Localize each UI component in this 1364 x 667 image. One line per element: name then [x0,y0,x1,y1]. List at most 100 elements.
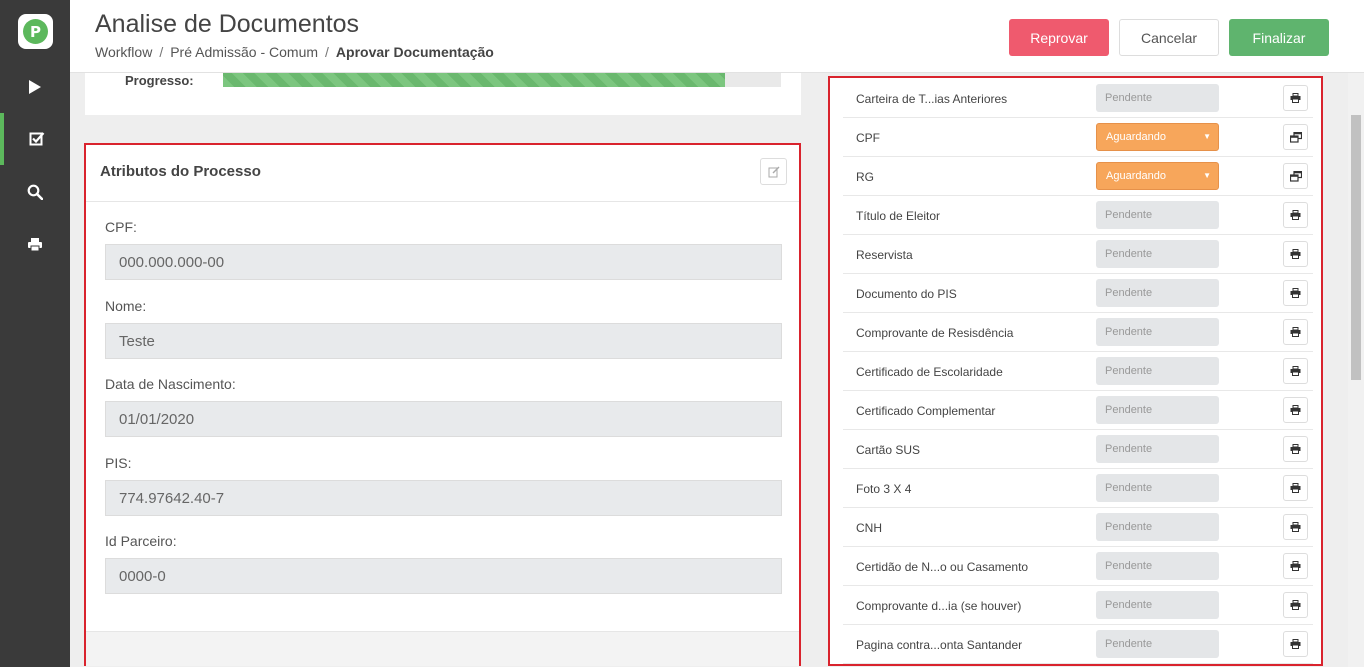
status-label: Pendente [1105,404,1153,416]
search-icon [27,184,43,200]
print-button[interactable] [1283,631,1308,657]
print-icon [1290,93,1301,103]
status-label: Pendente [1105,365,1153,377]
status-label: Pendente [1105,443,1153,455]
app-logo[interactable]: P [18,14,53,49]
status-label: Pendente [1105,638,1153,650]
print-button[interactable] [1283,319,1308,345]
edit-button[interactable] [760,158,787,185]
pis-field[interactable]: 774.97642.40-7 [105,480,782,516]
status-field[interactable]: Pendente [1096,513,1219,541]
status-label: Pendente [1105,209,1153,221]
play-icon [29,80,41,94]
document-name: Comprovante d...ia (se houver) [856,599,1022,613]
status-field[interactable]: Pendente [1096,591,1219,619]
print-button[interactable] [1283,358,1308,384]
status-field[interactable]: Pendente [1096,84,1219,112]
print-button[interactable] [1283,475,1308,501]
status-field[interactable]: Pendente [1096,318,1219,346]
open-window-button[interactable] [1283,163,1308,189]
status-label: Pendente [1105,599,1153,611]
status-field[interactable]: Pendente [1096,630,1219,658]
document-row: CNH Pendente [843,508,1313,547]
document-name: CPF [856,131,880,145]
print-icon [1290,210,1301,220]
status-field[interactable]: Pendente [1096,357,1219,385]
document-name: Cartão SUS [856,443,921,457]
document-name: Certificado Complementar [856,404,996,418]
print-button[interactable] [1283,280,1308,306]
print-button[interactable] [1283,553,1308,579]
status-field[interactable]: Pendente [1096,435,1219,463]
document-row: Reservista Pendente [843,235,1313,274]
print-icon [1290,444,1301,454]
breadcrumb: Workflow / Pré Admissão - Comum / Aprovar Do… [95,44,494,60]
document-row: Documento do PIS Pendente [843,274,1313,313]
scrollbar-thumb[interactable] [1351,115,1361,380]
print-button[interactable] [1283,241,1308,267]
status-label: Pendente [1105,521,1153,533]
status-select[interactable]: Aguardando ▼ [1096,162,1219,190]
status-field[interactable]: Pendente [1096,279,1219,307]
data-nascimento-label: Data de Nascimento: [105,376,236,392]
progress-bar [223,73,781,87]
reject-button[interactable]: Reprovar [1009,19,1109,56]
print-icon [1290,639,1301,649]
sidebar: P [0,0,70,667]
status-label: Pendente [1105,92,1153,104]
page-header: Analise de Documentos Workflow / Pré Admis… [70,0,1364,73]
print-button[interactable] [1283,397,1308,423]
page-title: Analise de Documentos [95,10,360,38]
sidebar-item-tasks[interactable] [0,113,70,165]
status-field[interactable]: Pendente [1096,240,1219,268]
document-name: Pagina contra...onta Santander [856,638,1023,652]
page-scrollbar[interactable] [1348,73,1364,667]
logo-mark: P [23,19,48,44]
document-name: Reservista [856,248,913,262]
panel-title: Atributos do Processo [100,163,261,180]
breadcrumb-separator: / [325,44,329,60]
document-name: Título de Eleitor [856,209,941,223]
print-icon [1290,561,1301,571]
status-select[interactable]: Aguardando ▼ [1096,123,1219,151]
document-row: Certificado Complementar Pendente [843,391,1313,430]
print-icon [1290,405,1301,415]
sidebar-item-print[interactable] [0,218,70,270]
sidebar-item-play[interactable] [0,61,70,113]
cpf-field[interactable]: 000.000.000-00 [105,244,782,280]
document-name: Foto 3 X 4 [856,482,912,496]
finish-button[interactable]: Finalizar [1229,19,1329,56]
data-nascimento-field[interactable]: 01/01/2020 [105,401,782,437]
print-icon [1290,288,1301,298]
status-field[interactable]: Pendente [1096,474,1219,502]
breadcrumb-pre-admissao[interactable]: Pré Admissão - Comum [170,44,318,60]
cancel-button[interactable]: Cancelar [1119,19,1219,56]
document-row: Cartão SUS Pendente [843,430,1313,469]
print-button[interactable] [1283,202,1308,228]
document-row: Foto 3 X 4 Pendente [843,469,1313,508]
status-field[interactable]: Pendente [1096,552,1219,580]
status-field[interactable]: Pendente [1096,201,1219,229]
open-window-button[interactable] [1283,124,1308,150]
document-name: Documento do PIS [856,287,957,301]
print-button[interactable] [1283,85,1308,111]
status-label: Pendente [1105,482,1153,494]
sidebar-item-search[interactable] [0,166,70,218]
print-icon [1290,522,1301,532]
print-button[interactable] [1283,592,1308,618]
nome-field[interactable]: Teste [105,323,782,359]
print-button[interactable] [1283,436,1308,462]
print-button[interactable] [1283,514,1308,540]
id-parceiro-field[interactable]: 0000-0 [105,558,782,594]
panel-footer [86,631,799,666]
breadcrumb-workflow[interactable]: Workflow [95,44,152,60]
windows-icon [1289,170,1302,182]
caret-down-icon: ▼ [1203,132,1211,141]
edit-icon [768,166,779,177]
process-attributes-panel: Atributos do Processo CPF: 000.000.000-0… [84,143,801,666]
document-row: Pagina contra...onta Santander Pendente [843,625,1313,664]
status-field[interactable]: Pendente [1096,396,1219,424]
status-label: Pendente [1105,287,1153,299]
status-label: Pendente [1105,560,1153,572]
document-row: Título de Eleitor Pendente [843,196,1313,235]
